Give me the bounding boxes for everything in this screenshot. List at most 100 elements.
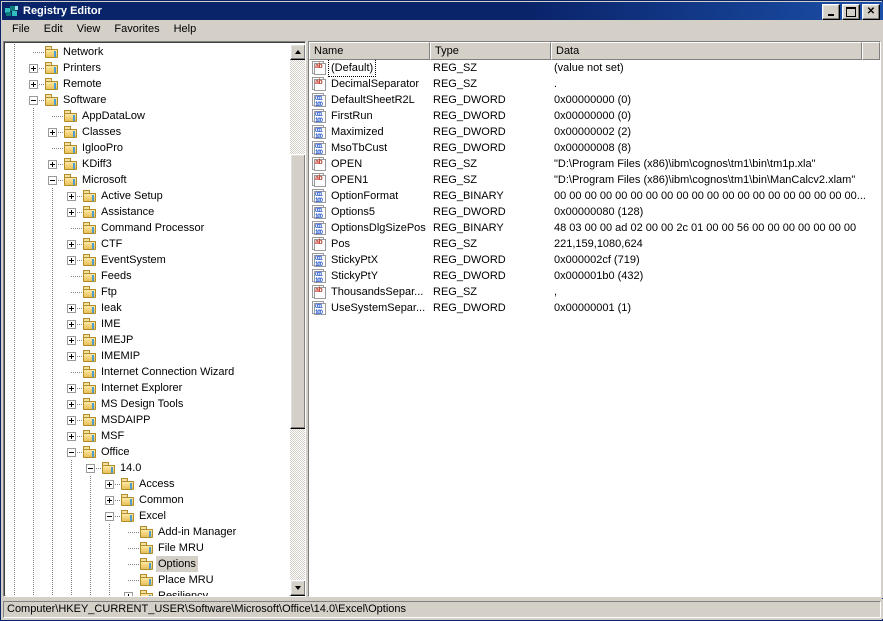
expand-icon[interactable] (67, 304, 76, 313)
table-row[interactable]: ab Pos REG_SZ 221,159,1080,624 (309, 236, 880, 252)
tree-item-active-setup[interactable]: Active Setup (6, 188, 289, 204)
tree-item-label: Office (101, 446, 130, 458)
tree-item-common[interactable]: Common (6, 492, 289, 508)
table-row[interactable]: ab OPEN REG_SZ "D:\Program Files (x86)\ibm\… (309, 156, 880, 172)
column-header-name[interactable]: Name (309, 42, 430, 60)
tree-item-office[interactable]: Office (6, 444, 289, 460)
tree-item-network[interactable]: Network (6, 44, 289, 60)
collapse-icon[interactable] (48, 176, 57, 185)
table-row[interactable]: 011 100 Maximized REG_DWORD 0x00000002 (2) (309, 124, 880, 140)
close-icon[interactable]: ✕ (862, 4, 880, 20)
table-row[interactable]: ab (Default) REG_SZ (value not set) (309, 60, 880, 77)
tree-item-ctf[interactable]: CTF (6, 236, 289, 252)
table-row[interactable]: 011 100 MsoTbCust REG_DWORD 0x00000008 (8) (309, 140, 880, 156)
tree-item-microsoft[interactable]: Microsoft (6, 172, 289, 188)
table-row[interactable]: 011 100 StickyPtX REG_DWORD 0x000002cf (719) (309, 252, 880, 268)
collapse-icon[interactable] (86, 464, 95, 473)
tree-item-add-in-manager[interactable]: Add-in Manager (6, 524, 289, 540)
collapse-icon[interactable] (105, 512, 114, 521)
minimize-button[interactable] (822, 4, 840, 20)
title-bar[interactable]: Registry Editor ✕ (2, 2, 883, 20)
tree-item-classes[interactable]: Classes (6, 124, 289, 140)
tree-item-msf[interactable]: MSF (6, 428, 289, 444)
expand-icon[interactable] (48, 160, 57, 169)
menu-item-favorites[interactable]: Favorites (107, 21, 166, 38)
expand-icon[interactable] (67, 256, 76, 265)
table-row[interactable]: 011 100 StickyPtY REG_DWORD 0x000001b0 (432) (309, 268, 880, 284)
menu-item-view[interactable]: View (70, 21, 108, 38)
collapse-icon[interactable] (29, 96, 38, 105)
tree-item-appdatalow[interactable]: AppDataLow (6, 108, 289, 124)
expand-icon[interactable] (67, 432, 76, 441)
expand-icon[interactable] (67, 240, 76, 249)
tree-item-label: Excel (139, 510, 166, 522)
tree-item-14-0[interactable]: 14.0 (6, 460, 289, 476)
expand-icon[interactable] (67, 336, 76, 345)
expand-icon[interactable] (105, 480, 114, 489)
tree-scroll-down-button[interactable] (290, 580, 305, 596)
table-row[interactable]: 011 100 OptionFormat REG_BINARY 00 00 00 00 … (309, 188, 880, 204)
table-row[interactable]: 011 100 OptionsDlgSizePos REG_BINARY 48 03 0… (309, 220, 880, 236)
table-row[interactable]: ab OPEN1 REG_SZ "D:\Program Files (x86)\ibm… (309, 172, 880, 188)
tree-item-imejp[interactable]: IMEJP (6, 332, 289, 348)
expand-icon[interactable] (124, 592, 133, 596)
expand-icon[interactable] (29, 80, 38, 89)
column-header-type[interactable]: Type (430, 42, 551, 60)
table-row[interactable]: 011 100 UseSystemSepar... REG_DWORD 0x000000… (309, 300, 880, 316)
expand-icon[interactable] (48, 128, 57, 137)
menu-item-help[interactable]: Help (167, 21, 204, 38)
tree-item-assistance[interactable]: Assistance (6, 204, 289, 220)
expand-icon[interactable] (67, 192, 76, 201)
tree-item-resiliency[interactable]: Resiliency (6, 588, 289, 596)
tree-item-feeds[interactable]: Feeds (6, 268, 289, 284)
collapse-icon[interactable] (67, 448, 76, 457)
expand-icon[interactable] (67, 400, 76, 409)
tree-item-igloopro[interactable]: IglooPro (6, 140, 289, 156)
tree-item-printers[interactable]: Printers (6, 60, 289, 76)
expand-icon[interactable] (105, 496, 114, 505)
menu-item-file[interactable]: File (5, 21, 37, 38)
tree-item-label: Command Processor (101, 222, 205, 234)
tree-item-eventsystem[interactable]: EventSystem (6, 252, 289, 268)
column-header-data[interactable]: Data (551, 42, 862, 60)
tree-item-imemip[interactable]: IMEMIP (6, 348, 289, 364)
menu-item-edit[interactable]: Edit (37, 21, 70, 38)
tree-item-excel[interactable]: Excel (6, 508, 289, 524)
tree-item-ieak[interactable]: Ieak (6, 300, 289, 316)
tree-item-file-mru[interactable]: File MRU (6, 540, 289, 556)
tree-item-internet-connection-wizard[interactable]: Internet Connection Wizard (6, 364, 289, 380)
tree-item-ftp[interactable]: Ftp (6, 284, 289, 300)
expand-icon[interactable] (67, 416, 76, 425)
tree-item-access[interactable]: Access (6, 476, 289, 492)
tree-item-remote[interactable]: Remote (6, 76, 289, 92)
table-row[interactable]: 011 100 Options5 REG_DWORD 0x00000080 (128) (309, 204, 880, 220)
tree-item-place-mru[interactable]: Place MRU (6, 572, 289, 588)
tree-vertical-scrollbar[interactable] (290, 44, 305, 596)
expand-icon[interactable] (67, 320, 76, 329)
tree-item-msdaipp[interactable]: MSDAIPP (6, 412, 289, 428)
table-row[interactable]: 011 100 DefaultSheetR2L REG_DWORD 0x00000000… (309, 92, 880, 108)
tree-item-options[interactable]: Options (6, 556, 289, 572)
expand-icon[interactable] (29, 64, 38, 73)
expand-icon[interactable] (67, 352, 76, 361)
registry-values-pane[interactable]: Name Type Data ab (Default) REG_SZ (value n… (308, 41, 881, 597)
registry-values-list[interactable]: ab (Default) REG_SZ (value not set) ab Decima… (309, 60, 880, 596)
tree-guide-line (14, 348, 15, 364)
tree-scroll-up-button[interactable] (290, 44, 305, 60)
column-header-filler[interactable] (862, 42, 880, 60)
table-row[interactable]: 011 100 FirstRun REG_DWORD 0x00000000 (0) (309, 108, 880, 124)
table-row[interactable]: ab DecimalSeparator REG_SZ. (309, 76, 880, 92)
tree-item-command-processor[interactable]: Command Processor (6, 220, 289, 236)
registry-tree-pane[interactable]: Network Printers Remote Software AppDataLow C… (3, 41, 306, 597)
maximize-button[interactable] (842, 4, 860, 20)
tree-scrollbar-thumb[interactable] (290, 154, 305, 429)
expand-icon[interactable] (67, 384, 76, 393)
table-row[interactable]: ab ThousandsSepar... REG_SZ, (309, 284, 880, 300)
tree-item-ime[interactable]: IME (6, 316, 289, 332)
tree-item-software[interactable]: Software (6, 92, 289, 108)
tree-item-ms-design-tools[interactable]: MS Design Tools (6, 396, 289, 412)
tree-item-kdiff3[interactable]: KDiff3 (6, 156, 289, 172)
tree-item-internet-explorer[interactable]: Internet Explorer (6, 380, 289, 396)
expand-icon[interactable] (67, 208, 76, 217)
registry-tree[interactable]: Network Printers Remote Software AppDataLow C… (6, 44, 289, 596)
